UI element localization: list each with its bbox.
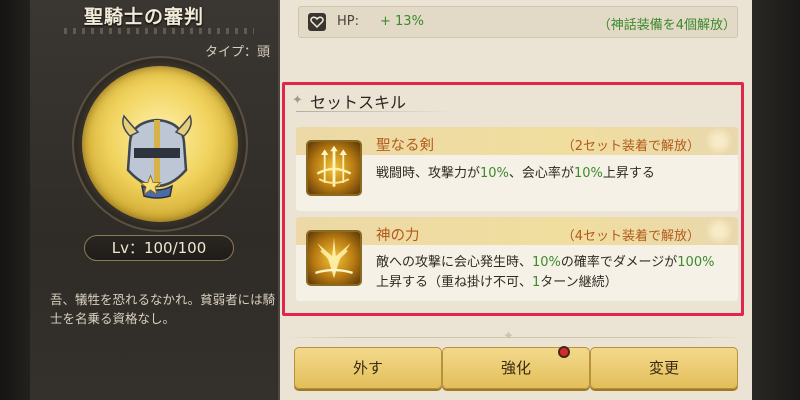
level-badge: Lv：100/100 (84, 235, 234, 261)
item-description: 吾、犠牲を恐れるなかれ。貧弱者には騎士を名乗る資格なし。 (50, 292, 276, 326)
stat-label: HP: (337, 14, 359, 29)
sparkle-icon: ✦ (292, 93, 303, 108)
desc-highlight: 10% (573, 166, 603, 181)
desc-text: ターン継続） (540, 275, 618, 290)
background-right (752, 0, 800, 400)
skill-description: 戦闘時、攻撃力が10%、会心率が10%上昇する (376, 164, 726, 184)
skill-condition: （4セット装着で解放） (561, 229, 700, 244)
holy-sword-icon[interactable] (306, 140, 362, 196)
desc-highlight: 100% (677, 255, 715, 270)
desc-text: 敵への攻撃に会心発生時、 (376, 255, 533, 270)
level-label: Lv (111, 239, 129, 257)
desc-text: 上昇する（重ね掛け不可、 (376, 275, 533, 290)
skill-condition: （2セット装着で解放） (561, 139, 700, 154)
remove-button[interactable]: 外す (294, 347, 442, 389)
skill-description: 敵への攻撃に会心発生時、10%の確率でダメージが100% 上昇する（重ね掛け不可、… (376, 253, 726, 293)
notification-dot (558, 346, 570, 358)
desc-highlight: 10% (532, 255, 561, 270)
item-name: 聖騎士の審判 (84, 6, 205, 28)
stat-value: + 13% (380, 14, 424, 29)
change-button[interactable]: 変更 (590, 347, 738, 389)
background-left (0, 0, 30, 400)
sparkle-icon: ✦ (503, 329, 514, 344)
rune-decoration (64, 28, 254, 34)
desc-highlight: 10% (480, 166, 509, 181)
header-underline (296, 111, 456, 112)
heart-icon (308, 13, 326, 31)
stat-condition: （神話装備を4個解放） (597, 18, 736, 33)
divine-power-icon[interactable] (306, 230, 362, 286)
divider (286, 337, 742, 338)
desc-text: 、会心率が (508, 166, 574, 181)
skill-name: 神の力 (376, 228, 420, 244)
level-value: ：100/100 (128, 239, 207, 257)
item-type: タイプ：頭 (204, 45, 270, 60)
knight-helmet-icon (122, 114, 192, 199)
skill-name: 聖なる剣 (376, 138, 434, 154)
set-skill-header: セットスキル (310, 93, 407, 112)
desc-text: の確率でダメージが (560, 255, 678, 270)
desc-text: 上昇する (602, 166, 655, 181)
ornament-icon (700, 217, 738, 245)
ornament-icon (700, 127, 738, 155)
desc-text: 戦闘時、攻撃力が (376, 166, 481, 181)
